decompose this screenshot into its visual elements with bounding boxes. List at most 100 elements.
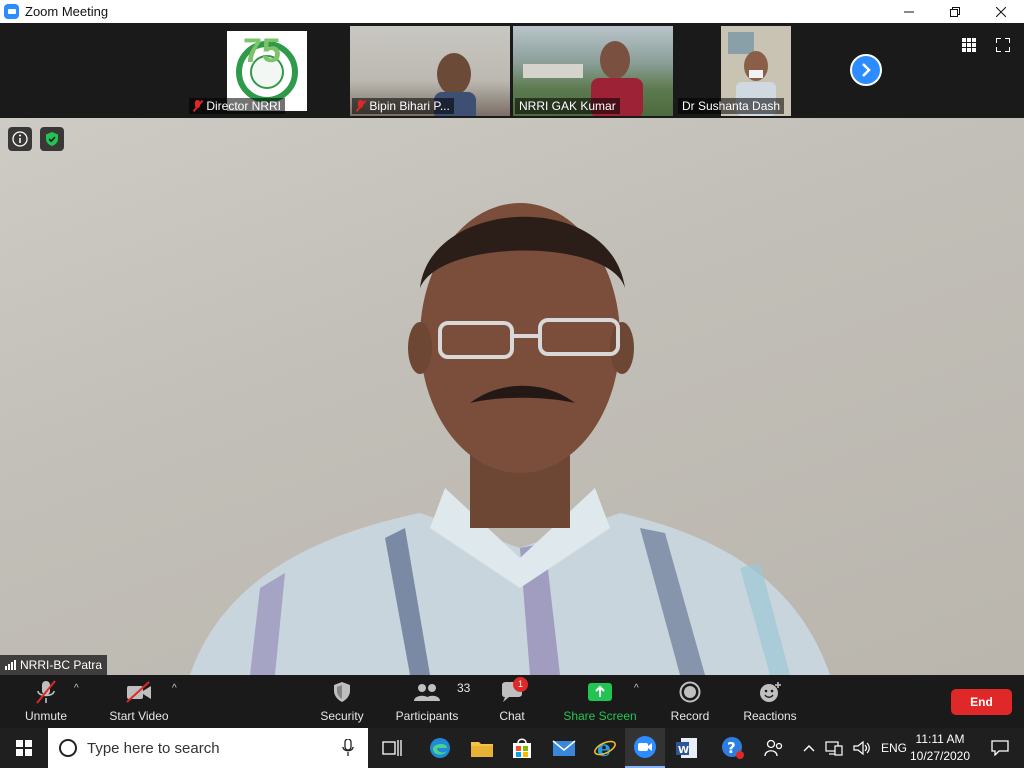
participant-name-tag: Director NRRI (189, 98, 286, 114)
participant-tile[interactable]: Dr Sushanta Dash (676, 26, 836, 116)
input-language[interactable]: ENG (881, 741, 907, 755)
taskbar-zoom-button[interactable] (625, 728, 665, 768)
windows-logo-icon (16, 740, 32, 756)
store-bag-icon (513, 738, 531, 758)
window-controls (886, 0, 1024, 23)
mic-muted-icon (356, 100, 366, 112)
volume-icon[interactable] (853, 740, 871, 756)
participants-button[interactable]: 33 Participants (395, 679, 471, 723)
clock-date: 10/27/2020 (909, 749, 971, 763)
zoom-app-icon (4, 4, 19, 19)
share-screen-icon (588, 683, 612, 701)
participant-name: Director NRRI (206, 99, 282, 113)
fullscreen-icon[interactable] (996, 38, 1010, 52)
close-icon (996, 6, 1006, 17)
search-placeholder: Type here to search (87, 739, 220, 757)
reactions-icon (760, 682, 781, 702)
security-label: Security (320, 709, 364, 723)
share-options-caret[interactable]: ^ (634, 683, 639, 694)
participant-tile[interactable]: NRRI GAK Kumar (513, 26, 673, 116)
minimize-button[interactable] (886, 0, 932, 23)
signal-strength-icon (5, 660, 16, 670)
participants-label: Participants (395, 709, 459, 723)
record-button[interactable]: Record (670, 679, 710, 723)
participant-tile[interactable]: 75 Director NRRI (187, 26, 347, 116)
close-button[interactable] (978, 0, 1024, 23)
word-icon: W (676, 738, 697, 758)
taskbar-store-button[interactable] (502, 728, 542, 768)
zoom-icon (634, 736, 656, 758)
record-label: Record (670, 709, 710, 723)
taskbar-clock[interactable]: 11:11 AM 10/27/2020 (905, 731, 975, 765)
svg-text:W: W (678, 745, 689, 756)
taskbar-word-button[interactable]: W (667, 728, 707, 768)
start-button[interactable] (0, 728, 48, 768)
notifications-button[interactable] (980, 728, 1020, 768)
active-speaker-video: NRRI-BC Patra (0, 118, 1024, 675)
participant-name-tag: Dr Sushanta Dash (678, 98, 785, 114)
security-button[interactable]: Security (318, 679, 366, 723)
record-icon (679, 681, 701, 703)
participants-icon (414, 684, 440, 701)
shield-icon (334, 682, 350, 702)
minimize-icon (904, 11, 914, 12)
restore-icon (950, 6, 960, 17)
task-view-icon (382, 740, 402, 756)
taskbar-ie-button[interactable]: e (585, 728, 625, 768)
show-hidden-icons-caret[interactable] (803, 743, 815, 753)
video-options-caret[interactable]: ^ (172, 683, 177, 694)
participants-count: 33 (457, 681, 471, 695)
unmute-button[interactable]: Unmute (22, 679, 70, 723)
window-title: Zoom Meeting (25, 4, 109, 19)
mail-icon (552, 740, 576, 756)
mic-muted-icon (36, 680, 56, 704)
chat-button[interactable]: 1 Chat (497, 677, 528, 723)
system-tray: ENG (803, 728, 907, 768)
chat-unread-badge: 1 (513, 677, 528, 692)
logo-number: 75 (243, 32, 281, 70)
end-meeting-button[interactable]: End (951, 689, 1012, 715)
start-video-button[interactable]: Start Video (108, 679, 170, 723)
speaker-figure (190, 203, 830, 675)
speaker-name-tag: NRRI-BC Patra (0, 655, 108, 675)
audio-options-caret[interactable]: ^ (74, 683, 79, 694)
participant-name-tag: Bipin Bihari P... (352, 98, 454, 114)
next-page-button[interactable] (850, 54, 882, 86)
restore-button[interactable] (932, 0, 978, 23)
chat-label: Chat (499, 709, 525, 723)
search-icon (59, 739, 77, 757)
reactions-button[interactable]: Reactions (743, 679, 797, 723)
share-screen-label: Share Screen (563, 709, 637, 723)
taskbar-help-button[interactable]: ? (713, 728, 753, 768)
shield-check-icon (46, 132, 58, 146)
share-screen-button[interactable]: Share Screen (563, 679, 637, 723)
help-icon: ? (722, 737, 744, 759)
start-video-label: Start Video (109, 709, 169, 723)
encryption-button[interactable] (40, 127, 64, 151)
edge-browser-icon (430, 738, 450, 758)
network-icon[interactable] (825, 740, 843, 756)
taskbar-edge-button[interactable] (420, 728, 460, 768)
unmute-label: Unmute (24, 709, 68, 723)
taskbar-people-button[interactable] (755, 728, 795, 768)
taskbar-search-input[interactable]: Type here to search (48, 728, 368, 768)
participant-tile[interactable]: Bipin Bihari P... (350, 26, 510, 116)
participant-name: NRRI GAK Kumar (519, 99, 616, 113)
reactions-label: Reactions (743, 709, 797, 723)
people-icon (764, 739, 783, 757)
taskbar-file-explorer-button[interactable] (462, 728, 502, 768)
svg-text:e: e (597, 736, 611, 760)
info-icon (12, 131, 28, 147)
folder-icon (471, 742, 493, 757)
internet-explorer-icon: e (594, 736, 616, 760)
participant-strip: 75 Director NRRI Bipin Bihari P... NRRI … (0, 23, 1024, 118)
meeting-toolbar: Unmute ^ Start Video ^ Security 33 Parti… (0, 675, 1024, 728)
gallery-view-icon[interactable] (962, 38, 976, 52)
windows-taskbar: Type here to search e W ? ENG 11:11 AM 1… (0, 728, 1024, 768)
microphone-icon[interactable] (342, 739, 354, 757)
meeting-info-button[interactable] (8, 127, 32, 151)
task-view-button[interactable] (372, 728, 412, 768)
taskbar-mail-button[interactable] (544, 728, 584, 768)
chevron-right-icon (862, 63, 871, 77)
meeting-info-row (8, 127, 64, 151)
